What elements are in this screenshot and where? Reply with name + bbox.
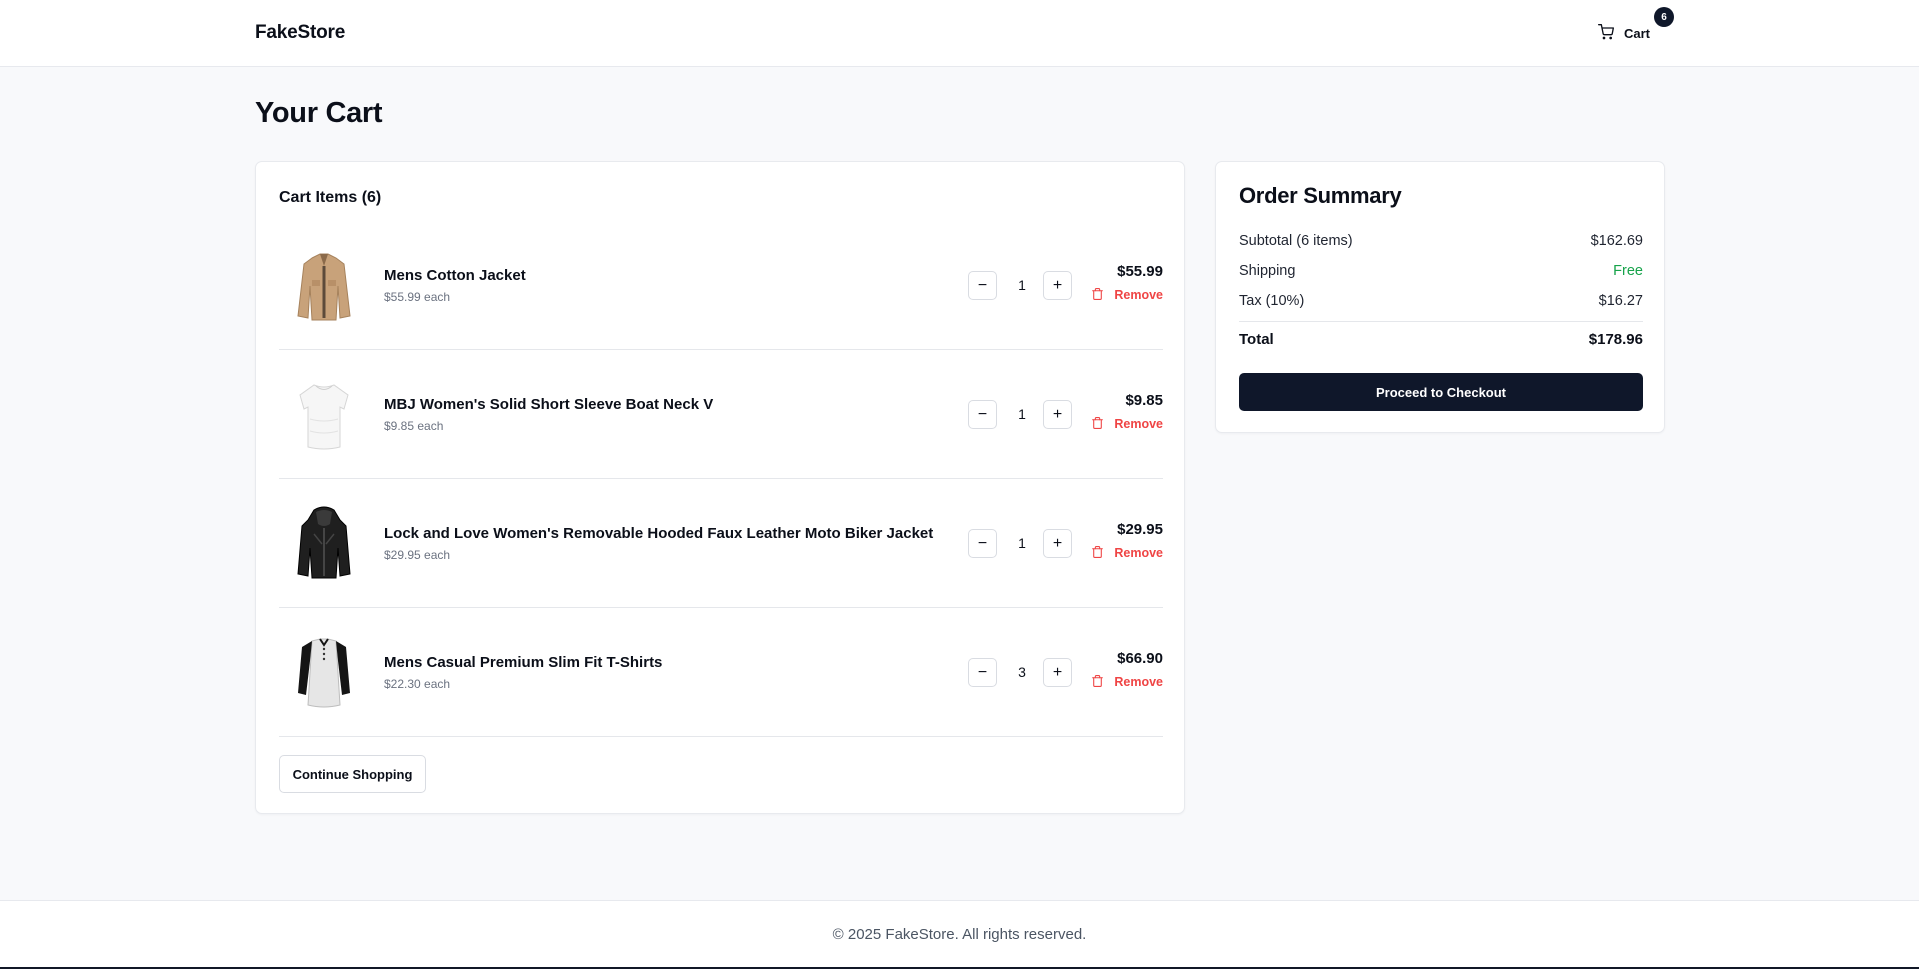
product-unit-price: $55.99 each (384, 290, 451, 304)
subtotal-row: Subtotal (6 items) $162.69 (1239, 233, 1643, 249)
copyright-text: © 2025 FakeStore. All rights reserved. (832, 926, 1087, 943)
cart-link-label: Cart (1624, 25, 1651, 41)
remove-item-button[interactable]: Remove (1091, 416, 1163, 432)
remove-item-button[interactable]: Remove (1091, 674, 1163, 690)
product-image (284, 246, 364, 326)
trash-icon (1091, 674, 1104, 691)
remove-label: Remove (1114, 417, 1163, 431)
trash-icon (1091, 287, 1104, 304)
subtotal-value: $162.69 (1590, 233, 1643, 249)
subtotal-label: Subtotal (6 items) (1239, 233, 1353, 249)
line-total: $66.90 (1117, 650, 1163, 667)
tax-value: $16.27 (1598, 293, 1643, 309)
decrease-quantity-button[interactable]: − (968, 271, 997, 300)
remove-label: Remove (1114, 288, 1163, 302)
line-total: $55.99 (1117, 263, 1163, 280)
product-unit-price: $9.85 each (384, 419, 444, 433)
trash-icon (1091, 545, 1104, 562)
shopping-cart-icon (1598, 23, 1614, 43)
product-name[interactable]: Lock and Love Women's Removable Hooded F… (384, 525, 933, 542)
quantity-value: 1 (1018, 277, 1026, 293)
remove-item-button[interactable]: Remove (1091, 545, 1163, 561)
remove-item-button[interactable]: Remove (1091, 287, 1163, 303)
cart-count-badge: 6 (1654, 7, 1674, 27)
quantity-value: 3 (1018, 664, 1026, 680)
summary-divider (1239, 321, 1643, 322)
page-title: Your Cart (255, 97, 383, 129)
remove-label: Remove (1114, 675, 1163, 689)
increase-quantity-button[interactable]: + (1043, 529, 1072, 558)
product-unit-price: $22.30 each (384, 677, 451, 691)
total-label: Total (1239, 331, 1274, 348)
shipping-row: Shipping Free (1239, 263, 1643, 279)
decrease-quantity-button[interactable]: − (968, 529, 997, 558)
total-row: Total $178.96 (1239, 331, 1643, 348)
cart-item-row: MBJ Women's Solid Short Sleeve Boat Neck… (279, 350, 1163, 479)
cart-items-card: Cart Items (6) Mens Cotton Jacket $55.99… (255, 161, 1185, 814)
remove-label: Remove (1114, 546, 1163, 560)
cart-link[interactable]: Cart (1598, 22, 1650, 44)
top-navbar: FakeStore Cart 6 (0, 0, 1919, 67)
cart-item-row: Lock and Love Women's Removable Hooded F… (279, 479, 1163, 608)
tax-row: Tax (10%) $16.27 (1239, 293, 1643, 309)
increase-quantity-button[interactable]: + (1043, 658, 1072, 687)
quantity-value: 1 (1018, 406, 1026, 422)
tax-label: Tax (10%) (1239, 293, 1305, 309)
decrease-quantity-button[interactable]: − (968, 400, 997, 429)
product-name[interactable]: Mens Cotton Jacket (384, 267, 526, 284)
decrease-quantity-button[interactable]: − (968, 658, 997, 687)
quantity-value: 1 (1018, 535, 1026, 551)
line-total: $29.95 (1117, 521, 1163, 538)
product-name[interactable]: MBJ Women's Solid Short Sleeve Boat Neck… (384, 396, 713, 413)
product-unit-price: $29.95 each (384, 548, 451, 562)
product-image (284, 633, 364, 713)
total-value: $178.96 (1588, 331, 1643, 348)
store-logo[interactable]: FakeStore (255, 22, 345, 44)
continue-shopping-button[interactable]: Continue Shopping (279, 755, 426, 793)
shipping-value: Free (1613, 263, 1643, 279)
proceed-to-checkout-button[interactable]: Proceed to Checkout (1239, 373, 1643, 411)
product-image (284, 504, 364, 584)
shipping-label: Shipping (1239, 263, 1296, 279)
product-name[interactable]: Mens Casual Premium Slim Fit T-Shirts (384, 654, 662, 671)
order-summary-card: Order Summary Subtotal (6 items) $162.69… (1215, 161, 1665, 433)
increase-quantity-button[interactable]: + (1043, 400, 1072, 429)
cart-items-heading: Cart Items (6) (279, 189, 382, 206)
increase-quantity-button[interactable]: + (1043, 271, 1072, 300)
line-total: $9.85 (1125, 392, 1163, 409)
trash-icon (1091, 416, 1104, 433)
order-summary-heading: Order Summary (1239, 183, 1402, 208)
cart-item-row: Mens Cotton Jacket $55.99 each − 1 + $55… (279, 221, 1163, 350)
footer: © 2025 FakeStore. All rights reserved. (0, 900, 1919, 967)
cart-item-row: Mens Casual Premium Slim Fit T-Shirts $2… (279, 608, 1163, 737)
product-image (284, 375, 364, 455)
